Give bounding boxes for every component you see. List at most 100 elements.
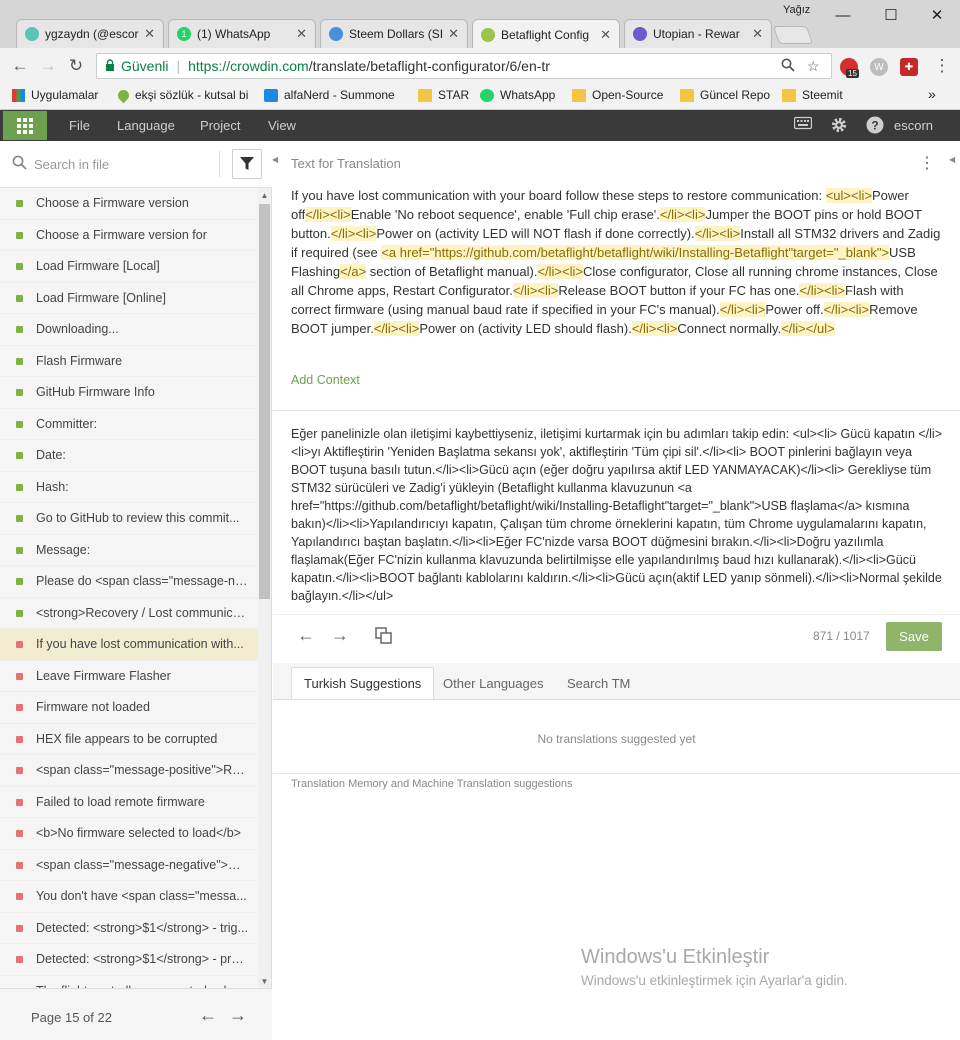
omnibox[interactable]: Güvenli | https://crowdin.com /translate… [96, 53, 832, 79]
bookmark-item[interactable]: alfaNerd - Summone [264, 88, 395, 102]
search-icon[interactable] [781, 58, 795, 75]
status-dot-icon [16, 767, 23, 774]
extension-icon-wordpress[interactable]: W [870, 58, 888, 76]
collapse-left-arrow[interactable]: ◀ [272, 155, 278, 164]
list-item[interactable]: Detected: <strong>$1</strong> - pre... [0, 944, 258, 976]
back-button[interactable]: ← [10, 56, 30, 76]
next-page-button[interactable]: → [229, 1005, 247, 1026]
browser-tab[interactable]: Utopian - Rewar ✕ [624, 19, 772, 48]
chrome-menu-button[interactable]: ⋮ [932, 56, 952, 76]
list-item[interactable]: Leave Firmware Flasher [0, 661, 258, 692]
list-item[interactable]: HEX file appears to be corrupted [0, 724, 258, 755]
list-item[interactable]: <b>No firmware selected to load</b> [0, 818, 258, 850]
browser-tab[interactable]: ygzaydn (@escor ✕ [16, 19, 164, 48]
maximize-button[interactable]: ☐ [868, 2, 914, 28]
next-string-button[interactable]: → [331, 625, 349, 646]
close-tab-icon[interactable]: ✕ [296, 26, 307, 42]
status-dot-icon [16, 389, 23, 396]
list-item[interactable]: Load Firmware [Local] [0, 251, 258, 283]
strings-sidebar: Choose a Firmware version Choose a Firmwa… [0, 141, 272, 1040]
gear-icon[interactable] [830, 116, 848, 139]
list-item-label: HEX file appears to be corrupted [36, 731, 218, 746]
character-counter: 871 / 1017 [813, 629, 870, 643]
close-tab-icon[interactable]: ✕ [144, 26, 155, 42]
bookmark-item[interactable]: STAR [418, 88, 469, 102]
collapse-right-arrow[interactable]: ◀ [949, 155, 955, 164]
bookmark-item[interactable]: Güncel Repo [680, 88, 770, 102]
status-dot-icon [16, 452, 23, 459]
menu-file[interactable]: File [69, 118, 90, 133]
no-suggestions-message: No translations suggested yet [537, 732, 696, 746]
bookmark-item[interactable]: Open-Source [572, 88, 663, 102]
list-item[interactable]: Go to GitHub to review this commit... [0, 503, 258, 535]
browser-tab[interactable]: Betaflight Config ✕ [472, 19, 620, 49]
list-item[interactable]: If you have lost communication with... [0, 629, 258, 661]
minimize-button[interactable]: — [820, 2, 866, 28]
list-item-label: Message: [36, 542, 91, 557]
list-item[interactable]: Please do <span class="message-ne... [0, 566, 258, 598]
list-item[interactable]: Hash: [0, 472, 258, 503]
forward-button[interactable]: → [38, 56, 58, 76]
strings-list: Choose a Firmware version Choose a Firmwa… [0, 188, 258, 988]
close-tab-icon[interactable]: ✕ [448, 26, 459, 42]
browser-tab[interactable]: Steem Dollars (SI ✕ [320, 19, 468, 48]
tab-turkish-suggestions[interactable]: Turkish Suggestions [291, 667, 435, 699]
prev-page-button[interactable]: ← [199, 1005, 217, 1026]
prev-string-button[interactable]: ← [297, 625, 315, 646]
menu-project[interactable]: Project [200, 118, 240, 133]
search-input[interactable] [34, 153, 214, 175]
list-item[interactable]: Message: [0, 535, 258, 566]
tab-other-languages[interactable]: Other Languages [431, 667, 555, 699]
add-context-link[interactable]: Add Context [291, 373, 360, 387]
reload-button[interactable]: ↻ [66, 56, 86, 76]
bookmark-item[interactable]: Steemit [782, 88, 843, 102]
scroll-up-arrow[interactable]: ▲ [258, 189, 271, 202]
list-item[interactable]: Detected: <strong>$1</strong> - trig... [0, 913, 258, 944]
list-item[interactable]: The flight controller can control colo..… [0, 976, 258, 988]
user-menu[interactable]: escorn [894, 118, 933, 133]
translation-textarea[interactable]: Eğer panelinizle olan iletişimi kaybetti… [291, 425, 943, 605]
site-icon [264, 88, 278, 102]
save-button[interactable]: Save [886, 622, 942, 651]
list-item[interactable]: <span class="message-negative">Pl... [0, 850, 258, 881]
apps-grid-button[interactable] [3, 111, 47, 140]
list-item[interactable]: Flash Firmware [0, 346, 258, 377]
sidebar-scroll-thumb[interactable] [259, 204, 270, 599]
list-item[interactable]: Failed to load remote firmware [0, 787, 258, 818]
bookmark-item[interactable]: ekşi sözlük - kutsal bi [115, 87, 248, 103]
bookmark-item[interactable]: WhatsApp [480, 88, 555, 102]
close-tab-icon[interactable]: ✕ [600, 27, 611, 43]
close-window-button[interactable]: ✕ [914, 2, 960, 28]
browser-tab[interactable]: 1 (1) WhatsApp ✕ [168, 19, 316, 48]
list-item-label: Choose a Firmware version [36, 196, 189, 211]
list-item[interactable]: <span class="message-positive">Re... [0, 755, 258, 787]
extension-icon-red[interactable]: ✚ [900, 58, 918, 76]
bookmark-star-icon[interactable]: ☆ [807, 58, 820, 75]
new-tab-button[interactable] [772, 26, 814, 44]
list-item[interactable]: <strong>Recovery / Lost communica... [0, 598, 258, 629]
tab-search-tm[interactable]: Search TM [555, 667, 642, 699]
close-tab-icon[interactable]: ✕ [752, 26, 763, 42]
list-item[interactable]: Firmware not loaded [0, 692, 258, 724]
copy-source-icon[interactable] [375, 627, 392, 649]
help-icon[interactable]: ? [866, 116, 884, 139]
filter-button[interactable] [232, 149, 262, 179]
bookmark-item[interactable]: Uygulamalar [12, 88, 98, 102]
list-item[interactable]: Choose a Firmware version [0, 188, 258, 220]
list-item[interactable]: Choose a Firmware version for [0, 220, 258, 251]
menu-language[interactable]: Language [117, 118, 175, 133]
extension-icon-opera[interactable]: 15 [840, 58, 859, 78]
list-item[interactable]: You don't have <span class="messa... [0, 881, 258, 913]
list-item[interactable]: GitHub Firmware Info [0, 377, 258, 409]
status-dot-icon [16, 861, 23, 869]
window-user-name: Yağız [783, 4, 811, 16]
list-item[interactable]: Date: [0, 440, 258, 472]
menu-view[interactable]: View [268, 118, 296, 133]
bookmarks-overflow-button[interactable]: » [928, 86, 936, 102]
more-options-icon[interactable]: ⋮ [919, 153, 935, 173]
keyboard-icon[interactable] [793, 116, 813, 135]
list-item[interactable]: Downloading... [0, 314, 258, 346]
scroll-down-arrow[interactable]: ▼ [258, 975, 271, 988]
list-item[interactable]: Load Firmware [Online] [0, 283, 258, 314]
list-item[interactable]: Committer: [0, 409, 258, 440]
